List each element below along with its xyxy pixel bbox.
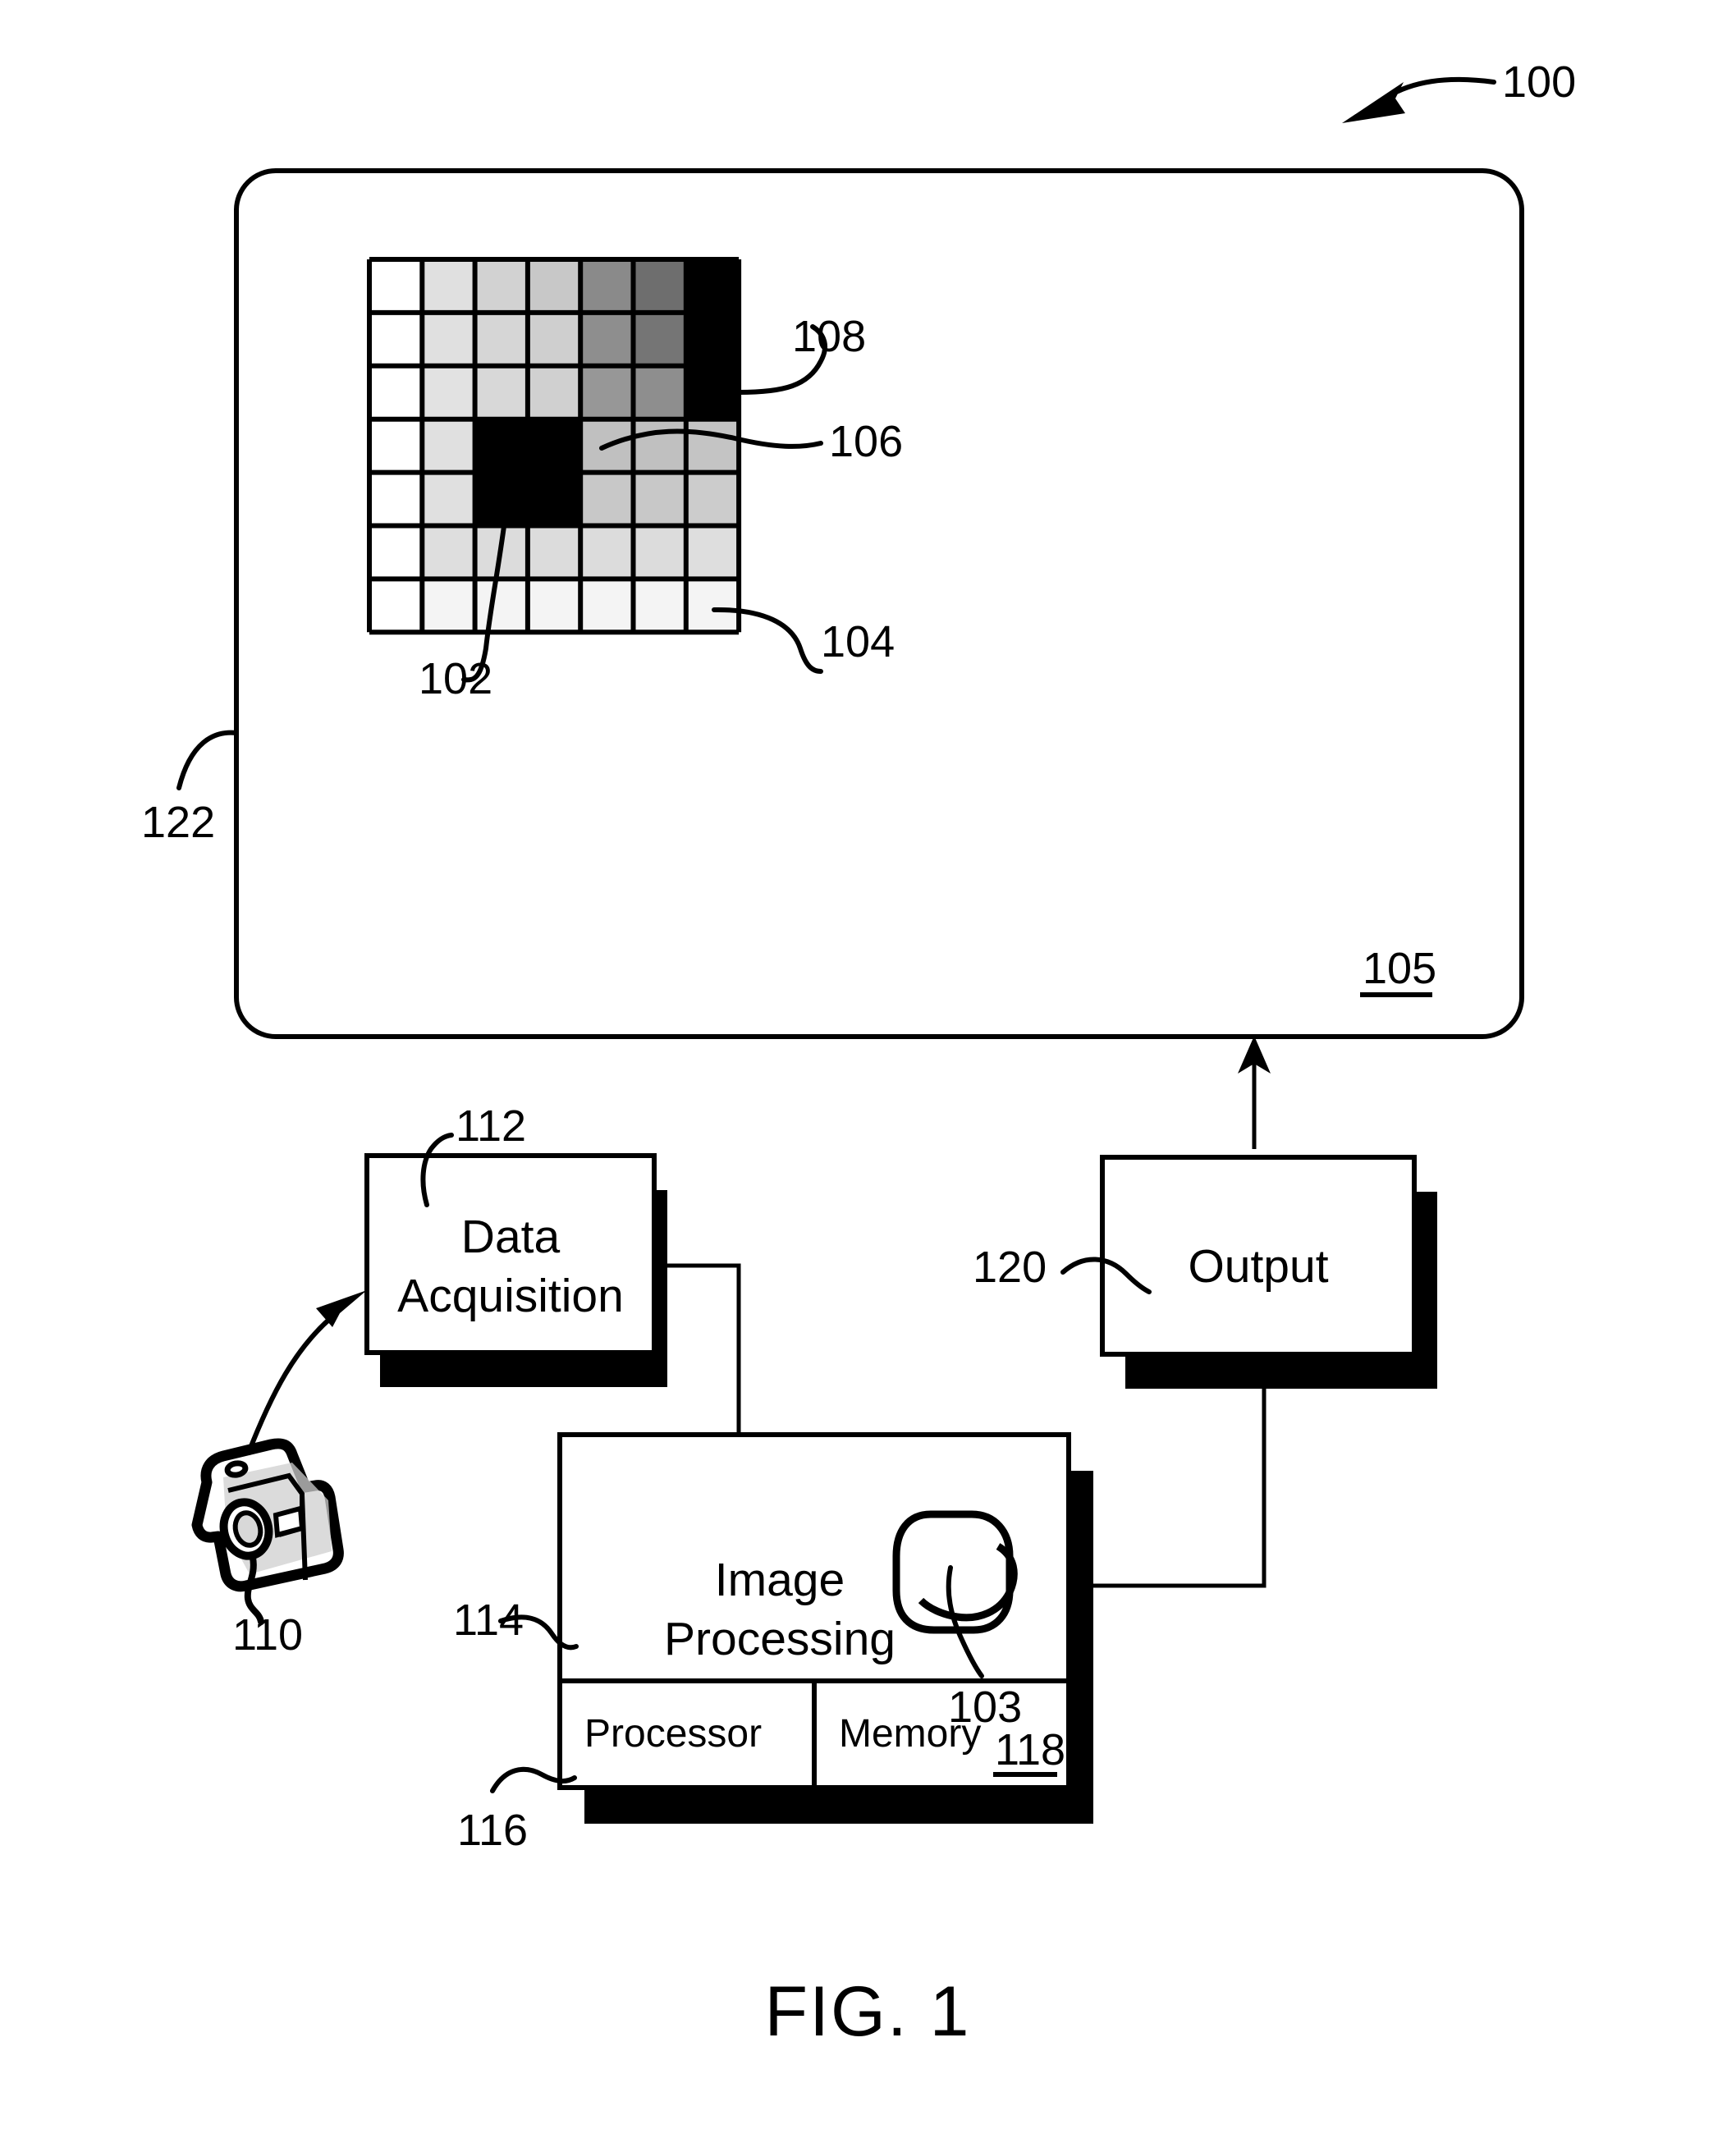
pixel-grid-cells <box>369 259 740 633</box>
pixel-cell <box>633 312 686 366</box>
pixel-cell <box>633 259 686 313</box>
camera-shutter-button <box>224 1460 249 1478</box>
pixel-cell <box>369 579 423 633</box>
pixel-cell <box>685 472 740 526</box>
pixel-cell <box>474 419 528 473</box>
pixel-cell <box>580 259 634 313</box>
ref-100: 100 <box>1502 57 1576 107</box>
pixel-cell <box>527 525 581 579</box>
pixel-cell <box>369 472 423 526</box>
output-label: Output <box>1188 1240 1328 1293</box>
pixel-cell <box>369 259 423 313</box>
pixel-cell <box>527 365 581 419</box>
overall-arrowhead <box>1342 82 1405 123</box>
pixel-cell <box>685 579 740 633</box>
processor-label: Processor <box>584 1712 762 1756</box>
data-acquisition-block[interactable]: Data Acquisition 112 <box>364 1101 667 1387</box>
pixel-cell <box>422 365 475 419</box>
pixel-cell <box>580 312 634 366</box>
pixel-cell <box>685 419 740 473</box>
pixel-cell <box>633 472 686 526</box>
ref-118: 118 <box>995 1725 1065 1774</box>
pixel-cell <box>580 579 634 633</box>
pixel-cell <box>474 579 528 633</box>
pixel-cell <box>474 259 528 313</box>
pixel-cell <box>580 525 634 579</box>
pixel-cell <box>422 579 475 633</box>
pixel-cell <box>422 312 475 366</box>
image-processing-label-line2: Processing <box>664 1613 895 1665</box>
figure-caption: FIG. 1 <box>765 1972 971 2051</box>
pixel-cell <box>527 312 581 366</box>
pixel-cell <box>633 579 686 633</box>
ref-102: 102 <box>419 654 492 703</box>
output-block[interactable]: Output 120 <box>973 1155 1437 1389</box>
camera-arrow-curve <box>245 1311 338 1456</box>
camera-side-fold <box>300 1495 308 1581</box>
figure-canvas: 100 122 105 108 106 104 102 110 Data Acq… <box>141 57 1576 2051</box>
patent-figure-1: 100 122 105 108 106 104 102 110 Data Acq… <box>0 0 1736 2152</box>
pixel-grid <box>367 257 742 635</box>
pixel-cell <box>580 365 634 419</box>
camera-to-dataacq-arrow <box>245 1290 367 1456</box>
pixel-cell <box>685 365 740 419</box>
overall-leader-line <box>1385 76 1496 99</box>
pixel-cell <box>474 312 528 366</box>
pixel-cell <box>685 259 740 313</box>
pixel-cell <box>369 419 423 473</box>
ref-122: 122 <box>141 798 215 847</box>
ref-105: 105 <box>1363 944 1436 993</box>
pixel-cell <box>422 259 475 313</box>
pixel-cell <box>474 472 528 526</box>
pixel-cell <box>633 419 686 473</box>
pixel-cell <box>580 472 634 526</box>
pixel-cell <box>633 365 686 419</box>
ref-106: 106 <box>829 417 903 466</box>
pixel-cell <box>369 312 423 366</box>
pixel-cell <box>422 525 475 579</box>
ref-112: 112 <box>456 1101 526 1151</box>
ref-114: 114 <box>453 1596 524 1645</box>
data-acquisition-label-line2: Acquisition <box>397 1270 624 1322</box>
overall-reference-callout: 100 <box>1342 57 1576 123</box>
camera-flash <box>273 1505 305 1538</box>
pixel-cell <box>369 365 423 419</box>
connector-imgproc-to-output <box>1082 1379 1267 1588</box>
ref-110: 110 <box>232 1610 303 1660</box>
pixel-cell <box>685 312 740 366</box>
display-panel-group: 122 105 <box>141 168 1524 1039</box>
pixel-cell <box>633 525 686 579</box>
pixel-cell <box>685 525 740 579</box>
data-acquisition-label-line1: Data <box>461 1211 561 1263</box>
pixel-cell <box>369 525 423 579</box>
pixel-cell <box>527 419 581 473</box>
pixel-cell <box>527 579 581 633</box>
ref-108: 108 <box>792 312 866 361</box>
image-processing-label-line1: Image <box>715 1554 845 1606</box>
ref-120: 120 <box>973 1243 1047 1292</box>
pixel-cell <box>422 419 475 473</box>
pixel-cell <box>422 472 475 526</box>
ref-104: 104 <box>821 617 895 666</box>
ref-122-leader <box>176 730 239 790</box>
ref-116: 116 <box>457 1806 528 1855</box>
image-processing-block[interactable]: Image Processing 103 Processor Memory 11… <box>453 1432 1093 1855</box>
memory-label: Memory <box>839 1712 981 1756</box>
pixel-cell <box>527 472 581 526</box>
camera-icon-group: 110 <box>191 1438 344 1660</box>
pixel-cell <box>527 259 581 313</box>
pixel-cell <box>474 365 528 419</box>
